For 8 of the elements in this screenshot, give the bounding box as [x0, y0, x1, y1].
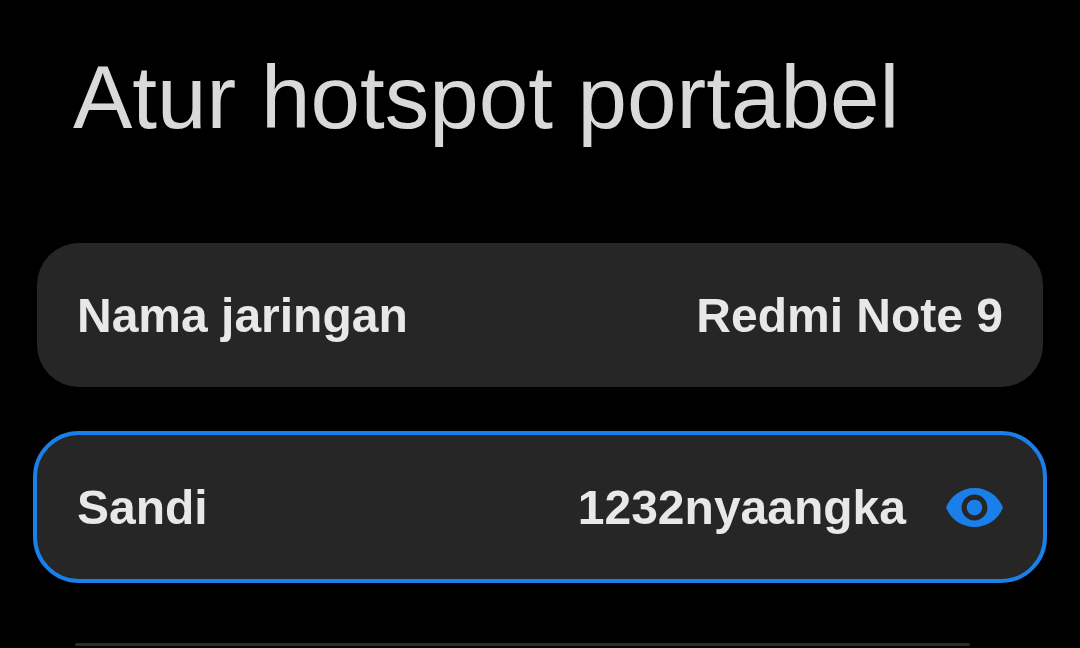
- page-title: Atur hotspot portabel: [73, 46, 900, 149]
- text-field[interactable]: Nama jaringan Redmi Note 9: [37, 243, 1043, 387]
- field-value: 1232nyaangka: [577, 479, 906, 535]
- password-field[interactable]: Sandi 1232nyaangka: [33, 431, 1047, 583]
- field-value: Redmi Note 9: [696, 287, 1003, 343]
- field-label: Nama jaringan: [77, 287, 409, 343]
- eye-icon[interactable]: [946, 487, 1003, 527]
- field-label: Sandi: [77, 479, 209, 535]
